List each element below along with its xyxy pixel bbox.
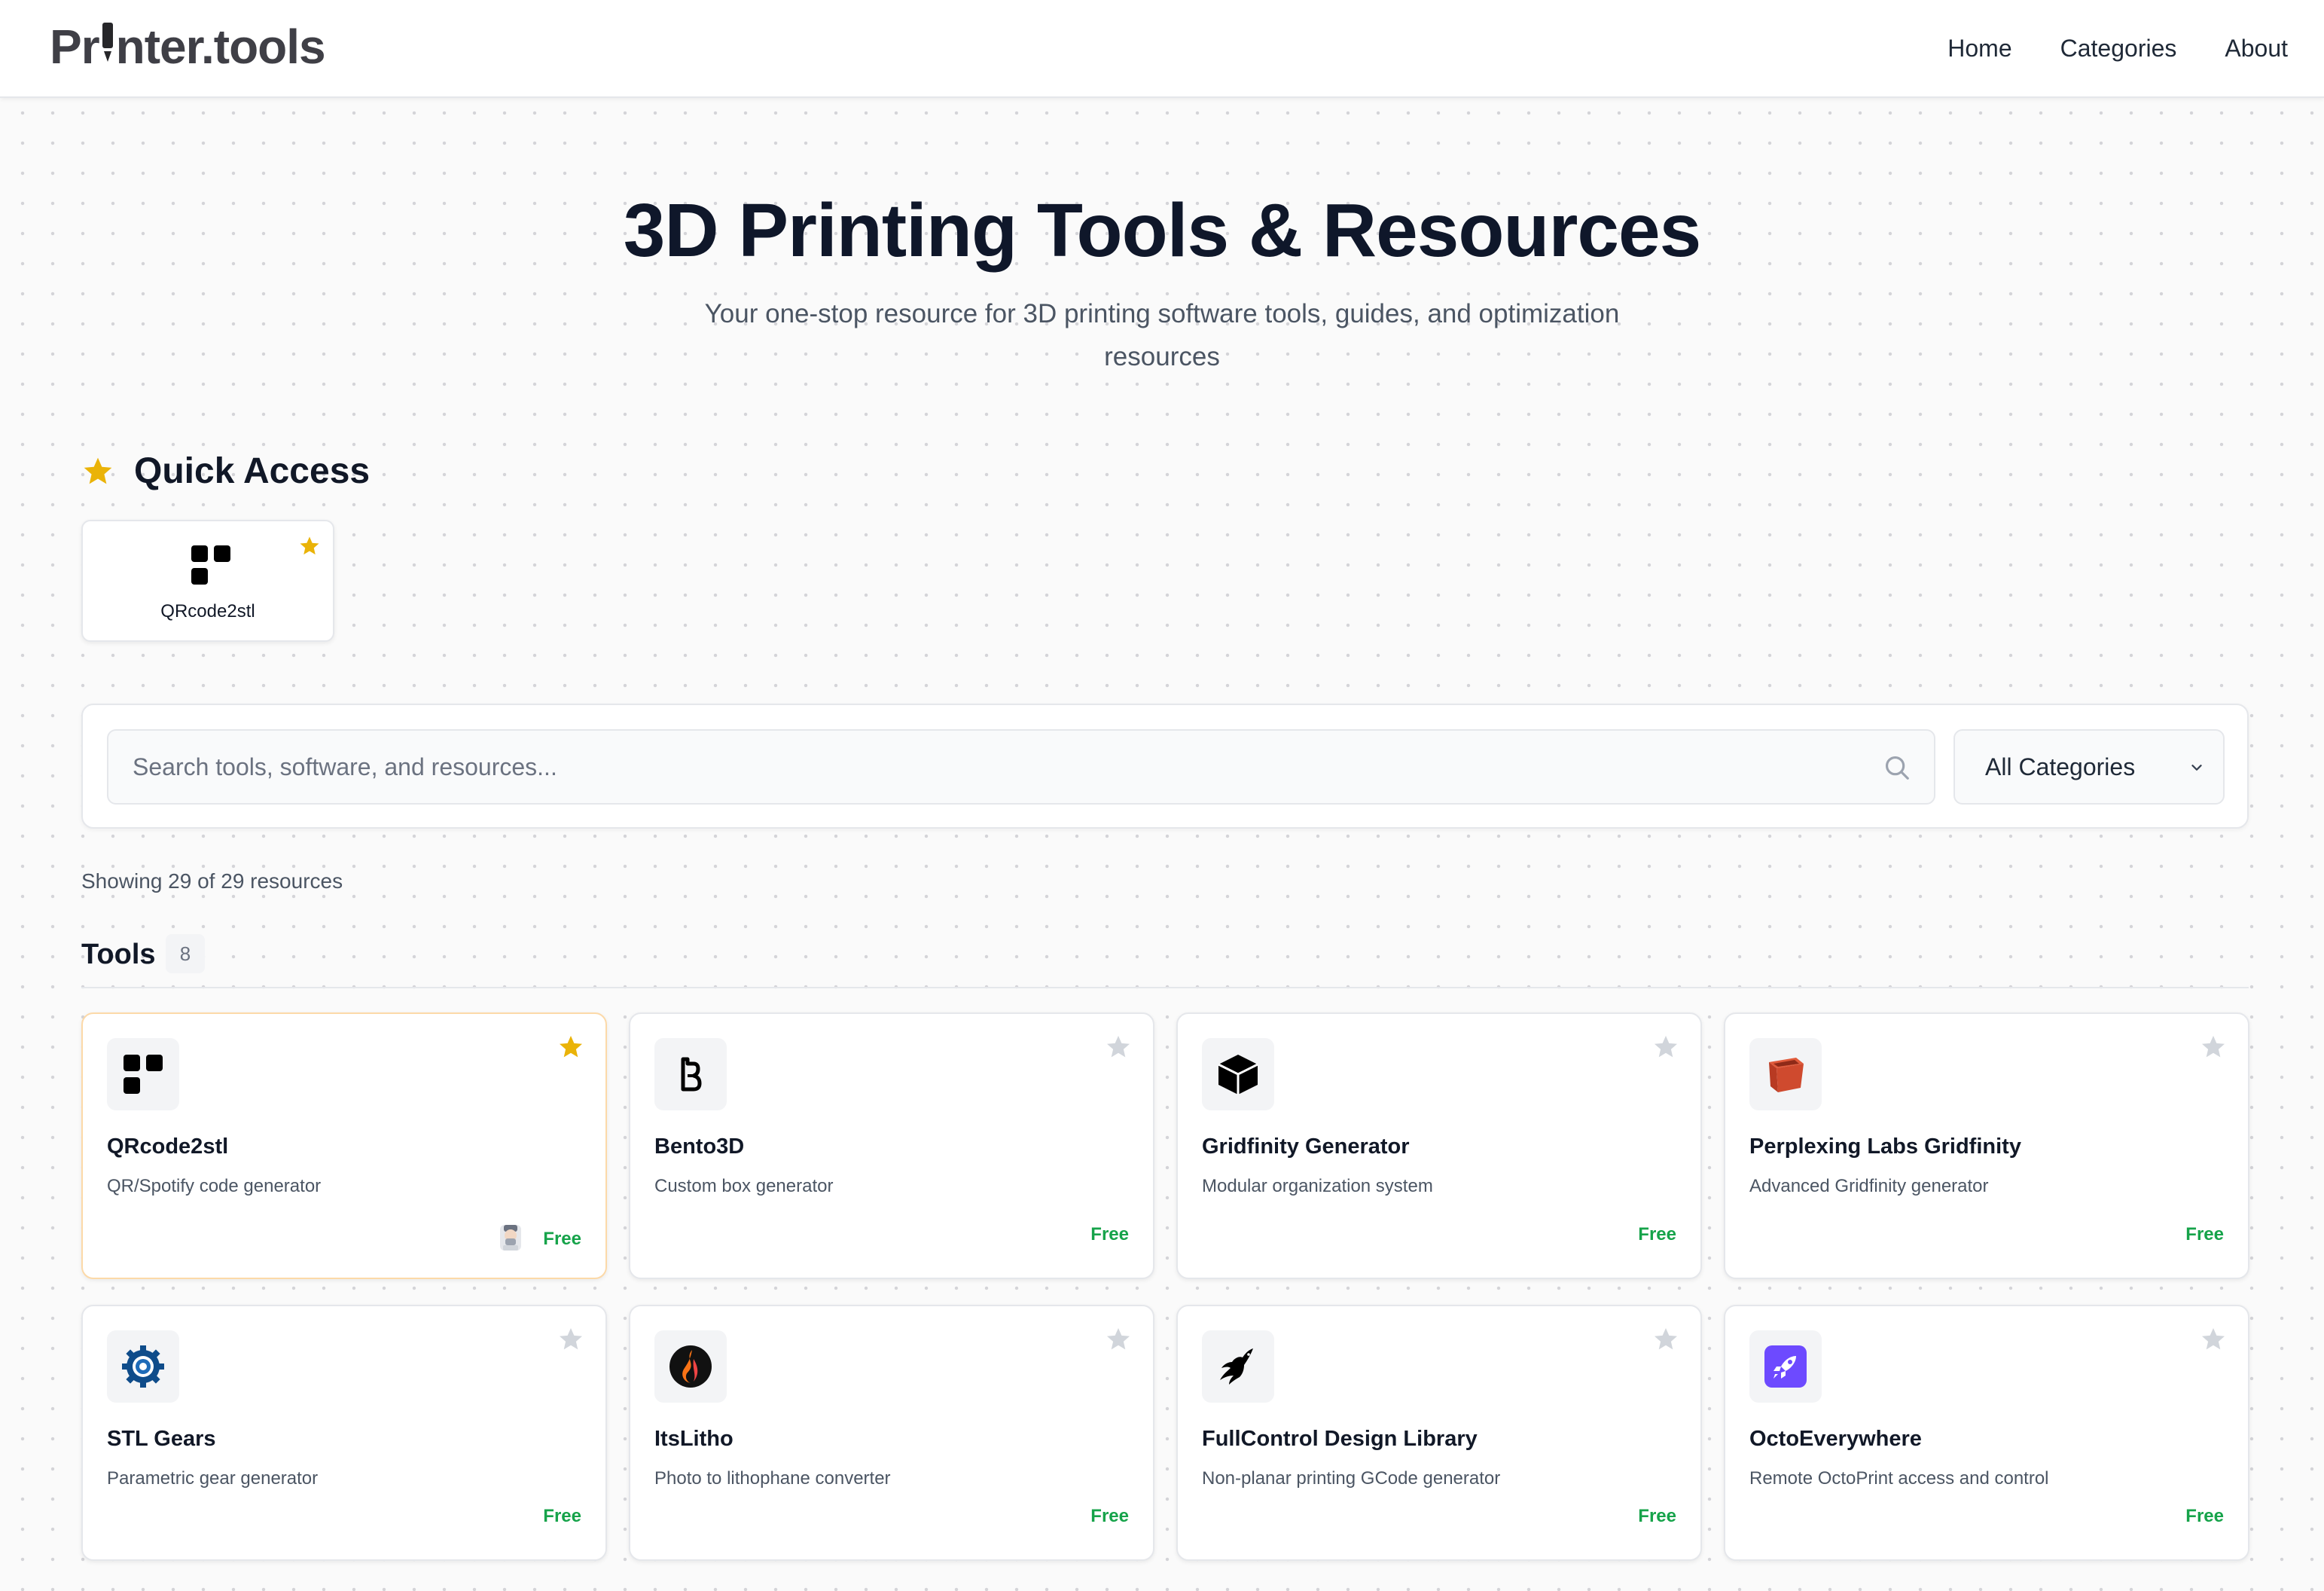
tools-grid-row-2: STL Gears Parametric gear generator Free… <box>81 1305 2249 1561</box>
nav-categories-link[interactable]: Categories <box>2060 30 2177 66</box>
flame-icon <box>669 1345 712 1388</box>
price-badge: Free <box>2185 1224 2224 1244</box>
tool-name: Bento3D <box>654 1134 745 1159</box>
results-count: Showing 29 of 29 resources <box>81 869 343 893</box>
search-box <box>107 729 1935 805</box>
price-badge: Free <box>1638 1506 1676 1526</box>
favorite-star-icon[interactable] <box>2200 1034 2227 1061</box>
tools-grid: QRcode2stl QR/Spotify code generator Fre… <box>81 1012 2249 1279</box>
tool-card-qrcode2stl[interactable]: QRcode2stl QR/Spotify code generator Fre… <box>81 1012 607 1279</box>
qr-blocks-icon <box>191 545 230 585</box>
tool-name: Gridfinity Generator <box>1202 1134 1410 1159</box>
author-avatar-icon <box>500 1225 521 1251</box>
price-badge: Free <box>543 1506 581 1526</box>
tool-icon-box <box>107 1330 179 1403</box>
rocket-icon <box>1764 1345 1807 1388</box>
price-badge: Free <box>1090 1224 1129 1244</box>
bento-b-icon <box>681 1057 702 1092</box>
quick-access-heading: Quick Access <box>134 451 371 491</box>
tool-icon-box <box>107 1038 179 1110</box>
tool-card-fullcontrol-design-library[interactable]: FullControl Design Library Non-planar pr… <box>1176 1305 1702 1561</box>
tool-card-perplexing-labs-gridfinity[interactable]: Perplexing Labs Gridfinity Advanced Grid… <box>1724 1012 2249 1279</box>
top-navbar: Pr nter.tools Home Categories About <box>0 0 2324 98</box>
chevron-down-icon <box>2191 765 2202 771</box>
quick-access-item-qrcode2stl[interactable]: QRcode2stl <box>81 520 334 642</box>
nav-home-link[interactable]: Home <box>1947 30 2011 66</box>
search-input[interactable] <box>108 731 1863 803</box>
category-select-value: All Categories <box>1985 753 2136 780</box>
tool-description: Advanced Gridfinity generator <box>1749 1176 1989 1196</box>
favorite-star-icon[interactable] <box>1652 1326 1679 1353</box>
favorite-star-icon[interactable] <box>557 1326 584 1353</box>
nav-about-link[interactable]: About <box>2225 30 2288 66</box>
qr-blocks-icon <box>124 1055 163 1094</box>
section-divider <box>81 987 2249 988</box>
tool-description: Custom box generator <box>654 1176 834 1196</box>
main-nav: Home Categories About <box>1947 30 2288 66</box>
favorite-star-icon[interactable] <box>1105 1326 1132 1353</box>
category-select[interactable]: All Categories <box>1953 729 2225 805</box>
tool-description: QR/Spotify code generator <box>107 1176 322 1196</box>
search-panel: All Categories <box>81 704 2249 829</box>
eagle-icon <box>1220 1348 1253 1385</box>
logo-text-prefix: Pr <box>50 20 100 74</box>
tool-icon-box <box>1749 1330 1822 1403</box>
tool-description: Photo to lithophane converter <box>654 1468 891 1489</box>
favorite-star-icon[interactable] <box>2200 1326 2227 1353</box>
tool-icon-box <box>1749 1038 1822 1110</box>
price-badge: Free <box>543 1229 581 1249</box>
page-subtitle: Your one-stop resource for 3D printing s… <box>704 299 1620 371</box>
section-title: Tools <box>81 939 156 970</box>
price-badge: Free <box>2185 1506 2224 1526</box>
tool-icon-box <box>1202 1038 1274 1110</box>
gear-icon <box>122 1345 164 1388</box>
tool-name: ItsLitho <box>654 1427 733 1451</box>
logo-text-suffix: nter.tools <box>115 20 326 74</box>
tool-description: Remote OctoPrint access and control <box>1749 1468 2049 1489</box>
favorite-star-icon[interactable] <box>557 1034 584 1061</box>
tool-card-bento3d[interactable]: Bento3D Custom box generator Free <box>629 1012 1154 1279</box>
site-logo[interactable]: Pr nter.tools <box>50 18 326 75</box>
tool-name: STL Gears <box>107 1427 216 1451</box>
tool-name: QRcode2stl <box>107 1134 229 1159</box>
tool-card-stl-gears[interactable]: STL Gears Parametric gear generator Free <box>81 1305 607 1561</box>
favorite-star-icon[interactable] <box>298 535 321 557</box>
tool-name: FullControl Design Library <box>1202 1427 1478 1451</box>
cube-icon <box>1218 1055 1258 1095</box>
tool-description: Modular organization system <box>1202 1176 1433 1196</box>
tool-description: Non-planar printing GCode generator <box>1202 1468 1501 1489</box>
tool-icon-box <box>654 1038 727 1110</box>
tool-name: OctoEverywhere <box>1749 1427 1922 1451</box>
red-bin-icon <box>1769 1058 1804 1092</box>
tool-icon-box <box>1202 1330 1274 1403</box>
favorite-star-icon[interactable] <box>1105 1034 1132 1061</box>
search-icon[interactable] <box>1883 753 1911 782</box>
tool-card-itslitho[interactable]: ItsLitho Photo to lithophane converter F… <box>629 1305 1154 1561</box>
page-title: 3D Printing Tools & Resources <box>623 188 1702 273</box>
section-count-badge: 8 <box>166 934 205 973</box>
tool-card-octoeverywhere[interactable]: OctoEverywhere Remote OctoPrint access a… <box>1724 1305 2249 1561</box>
tool-description: Parametric gear generator <box>107 1468 319 1489</box>
star-icon <box>84 457 112 484</box>
price-badge: Free <box>1090 1506 1129 1526</box>
price-badge: Free <box>1638 1224 1676 1244</box>
tool-card-gridfinity-generator[interactable]: Gridfinity Generator Modular organizatio… <box>1176 1012 1702 1279</box>
nozzle-icon <box>102 23 113 66</box>
tool-name: Perplexing Labs Gridfinity <box>1749 1134 2021 1159</box>
favorite-star-icon[interactable] <box>1652 1034 1679 1061</box>
tool-icon-box <box>654 1330 727 1403</box>
quick-access-label: QRcode2stl <box>160 601 255 621</box>
